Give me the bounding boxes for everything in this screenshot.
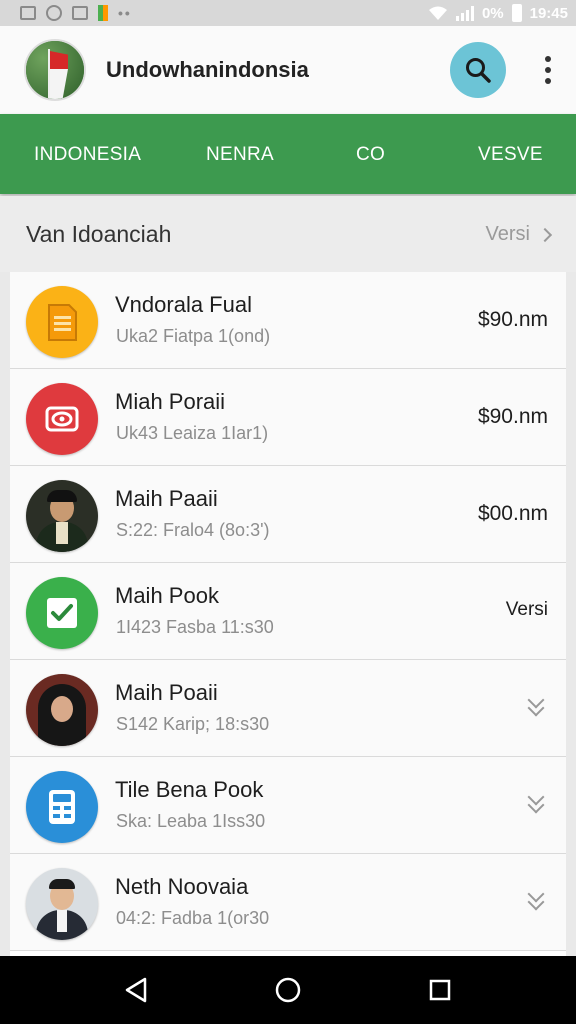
list-item-status: Versi	[505, 599, 548, 620]
list-item-subtitle: Uk43 Leaiza 1Iar1)	[116, 423, 269, 443]
more-vert-icon[interactable]	[542, 56, 554, 84]
home-circle-icon	[275, 977, 301, 1003]
list-item-title: Maih Pook	[115, 583, 219, 608]
system-nav-bar	[0, 956, 576, 1024]
list-item-price: $90.nm	[477, 308, 548, 331]
document-icon	[26, 286, 98, 358]
list-item-subtitle: S142 Karip; 18:s30	[116, 714, 270, 734]
list-item-title: Maih Poaii	[115, 680, 218, 705]
status-left: ••	[20, 5, 132, 21]
section-link[interactable]: Versi	[485, 222, 553, 246]
list-item-price: $90.nm	[477, 405, 548, 428]
list-item[interactable]: Miah Poraii Uk43 Leaiza 1Iar1) $90.nm	[10, 369, 566, 466]
app-title: Undowhanindonsia	[106, 57, 309, 82]
item-list: Vndorala Fual Uka2 Fiatpa 1(ond) $90.nm …	[10, 272, 566, 956]
tab-bar: INDONESIA NENRA CO VESVE	[0, 114, 576, 194]
tab-co[interactable]: CO	[356, 144, 385, 166]
chevron-right-icon	[537, 227, 553, 242]
sync-icon	[46, 5, 62, 21]
flag-notification-icon	[98, 5, 108, 21]
list-item-title: Vndorala Fual	[115, 292, 252, 317]
list-item[interactable]: Maih Pook 1I423 Fasba 11:s30 Versi	[10, 563, 566, 660]
check-icon	[26, 577, 98, 649]
avatar	[26, 480, 98, 552]
list-item-title: Miah Poraii	[115, 389, 226, 414]
tab-vesve[interactable]: VESVE	[478, 144, 543, 166]
list-item[interactable]: Vndorala Fual Uka2 Fiatpa 1(ond) $90.nm	[10, 272, 566, 369]
section-header: Van Idoanciah Versi	[0, 196, 576, 272]
clock: 19:45	[529, 4, 568, 22]
calculator-icon	[26, 771, 98, 843]
list-item[interactable]: Tile Bena Pook Ska: Leaba 1Iss30	[10, 757, 566, 854]
image-icon	[72, 6, 88, 20]
list-item[interactable]: Neth Noovaia 04:2: Fadba 1(or30	[10, 854, 566, 951]
avatar	[26, 868, 98, 940]
wifi-icon	[428, 6, 447, 20]
status-bar: •• 0% 19:45	[0, 0, 576, 26]
list-item-subtitle: Ska: Leaba 1Iss30	[116, 811, 266, 831]
expand-more-icon[interactable]	[526, 788, 548, 817]
search-button[interactable]	[450, 42, 506, 98]
section-title: Van Idoanciah	[26, 220, 172, 247]
expand-more-icon[interactable]	[526, 691, 548, 720]
list-item[interactable]: Maih Paaii S:22: Fralo4 (8o:3') $00.nm	[10, 466, 566, 563]
list-item-subtitle: Uka2 Fiatpa 1(ond)	[116, 326, 271, 346]
back-triangle-icon	[125, 977, 147, 1003]
list-item-subtitle: S:22: Fralo4 (8o:3')	[116, 520, 270, 540]
list-item-title: Maih Paaii	[115, 486, 218, 511]
list-item[interactable]: Maih Poaii S142 Karip; 18:s30	[10, 660, 566, 757]
section-link-label: Versi	[485, 222, 530, 245]
recents-square-icon	[429, 979, 451, 1001]
expand-more-icon[interactable]	[526, 885, 548, 914]
list-item-subtitle: 04:2: Fadba 1(or30	[116, 908, 270, 928]
status-right: 0% 19:45	[428, 4, 568, 22]
app-logo[interactable]	[24, 39, 86, 101]
more-notifications-icon: ••	[118, 5, 132, 21]
back-button[interactable]	[106, 960, 166, 1020]
battery-percent: 0%	[481, 4, 504, 22]
tab-nenra[interactable]: NENRA	[206, 144, 274, 166]
list-item-price: $00.nm	[477, 502, 548, 525]
avatar	[26, 674, 98, 746]
home-button[interactable]	[258, 960, 318, 1020]
battery-icon	[511, 4, 522, 22]
recents-button[interactable]	[410, 960, 470, 1020]
eye-icon	[26, 383, 98, 455]
signal-icon	[455, 5, 474, 21]
list-item-title: Neth Noovaia	[115, 874, 249, 899]
search-icon	[466, 58, 491, 83]
list-item-subtitle: 1I423 Fasba 11:s30	[116, 617, 274, 637]
app-bar: Undowhanindonsia	[0, 26, 576, 114]
screenshot-icon	[20, 6, 36, 20]
tab-indonesia[interactable]: INDONESIA	[34, 144, 141, 166]
list-item-title: Tile Bena Pook	[115, 777, 264, 802]
